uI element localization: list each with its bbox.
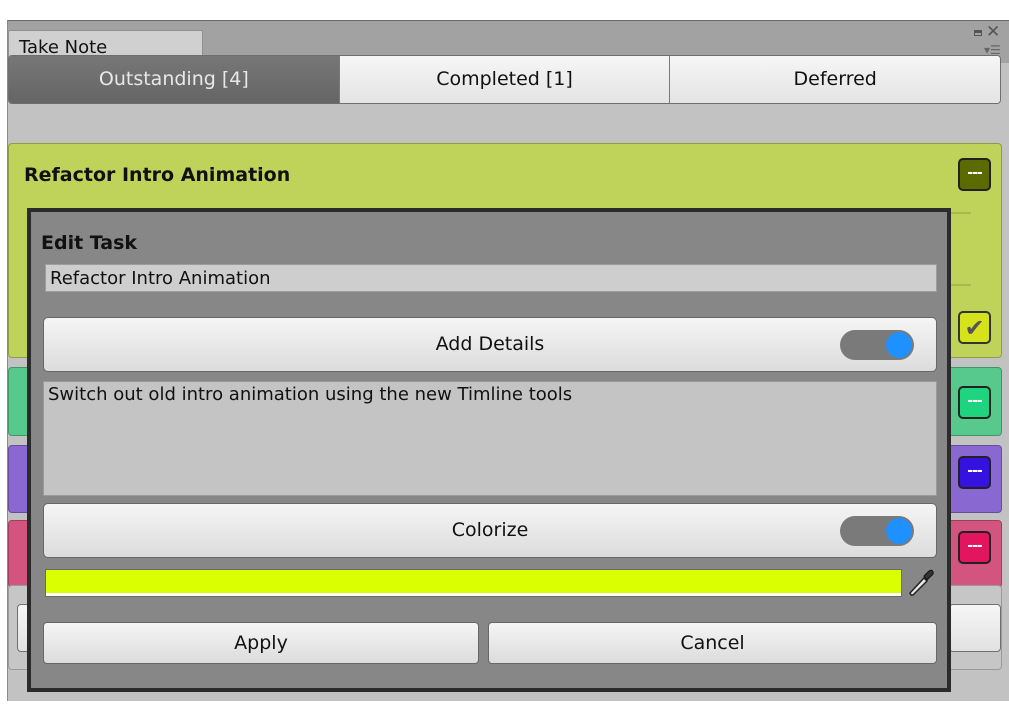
tab-outstanding[interactable]: Outstanding [4] <box>9 56 339 103</box>
maximize-icon[interactable] <box>974 30 982 36</box>
task-title: Refactor Intro Animation <box>24 164 291 186</box>
alpha-bar <box>46 593 901 596</box>
edit-task-dialog: Edit Task Add Details Switch out old int… <box>27 208 951 692</box>
switch-knob <box>886 332 912 358</box>
colorize-label: Colorize <box>451 519 529 541</box>
task-menu-button[interactable]: --- <box>958 386 991 419</box>
tab-deferred[interactable]: Deferred <box>669 56 1000 103</box>
task-menu-button[interactable]: --- <box>958 158 991 191</box>
add-details-label: Add Details <box>435 333 545 355</box>
eyedropper-icon[interactable] <box>907 568 935 598</box>
task-name-input[interactable] <box>45 264 937 292</box>
dialog-title: Edit Task <box>41 232 138 254</box>
switch-knob <box>886 518 912 544</box>
task-details-textarea[interactable]: Switch out old intro animation using the… <box>43 381 937 496</box>
task-filter-tabs: Outstanding [4] Completed [1] Deferred <box>8 55 1001 104</box>
complete-checkbox[interactable]: ✔ <box>958 311 991 344</box>
close-icon[interactable]: ✕ <box>986 23 1000 41</box>
colorize-switch[interactable] <box>840 516 914 546</box>
tab-completed[interactable]: Completed [1] <box>338 56 670 103</box>
task-menu-button[interactable]: --- <box>958 531 991 564</box>
window-controls: ✕ ▾☰ <box>972 23 1002 59</box>
color-field[interactable] <box>45 569 902 597</box>
cancel-button[interactable]: Cancel <box>488 622 937 664</box>
apply-button[interactable]: Apply <box>43 622 479 664</box>
add-task-button[interactable] <box>949 604 1001 652</box>
add-details-toggle-button[interactable]: Add Details <box>43 317 937 372</box>
task-menu-button[interactable]: --- <box>958 456 991 489</box>
add-details-switch[interactable] <box>840 330 914 360</box>
colorize-toggle-button[interactable]: Colorize <box>43 503 937 558</box>
